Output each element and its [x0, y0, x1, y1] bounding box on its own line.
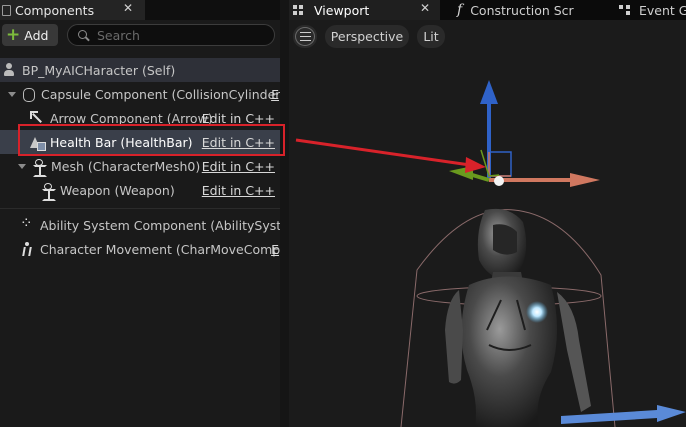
tree-row-weapon[interactable]: Weapon (Weapon) Edit in C++ — [0, 178, 280, 202]
edit-in-cpp-link[interactable]: Edit in C++ — [202, 159, 275, 174]
dots-icon — [20, 214, 34, 232]
skeleton-icon — [40, 183, 56, 201]
pawn-icon — [2, 63, 16, 77]
tree-row-character-movement[interactable]: Character Movement (CharMoveComp) E — [0, 237, 280, 261]
tab-viewport[interactable]: Viewport ✕ — [289, 0, 440, 20]
chevron-down-icon[interactable] — [8, 91, 16, 97]
tree-divider — [0, 208, 280, 209]
search-input[interactable] — [97, 27, 257, 43]
tree-row-label: Mesh (CharacterMesh0) — [51, 158, 201, 174]
capsule-icon — [21, 87, 35, 102]
tree-row-label: Capsule Component (CollisionCylinder) — [41, 86, 280, 102]
components-panel: Components ✕ + Add BP_MyAICHaracter (Sel… — [0, 0, 280, 427]
tree-row-self[interactable]: BP_MyAICHaracter (Self) — [0, 58, 280, 82]
lit-button[interactable]: Lit — [417, 25, 445, 48]
components-tab-icon — [2, 4, 11, 16]
perspective-button[interactable]: Perspective — [325, 25, 409, 48]
search-box[interactable] — [67, 24, 275, 46]
tab-components[interactable]: Components ✕ — [0, 0, 145, 20]
close-icon[interactable]: ✕ — [123, 1, 133, 15]
edit-in-cpp-link[interactable]: E — [271, 87, 279, 102]
tree-row-mesh[interactable]: Mesh (CharacterMesh0) Edit in C++ — [0, 154, 280, 178]
hamburger-icon — [299, 32, 311, 41]
gizmo-pivot[interactable] — [494, 176, 504, 186]
tab-event-graph-label: Event Gr — [639, 2, 686, 18]
close-icon[interactable]: ✕ — [420, 1, 430, 15]
tree-row-label: Weapon (Weapon) — [60, 182, 175, 198]
walking-icon — [20, 242, 34, 256]
edit-in-cpp-link[interactable]: Edit in C++ — [202, 183, 275, 198]
chevron-down-icon[interactable] — [18, 163, 26, 169]
tree-row-label: Character Movement (CharMoveComp) — [40, 241, 280, 257]
tree-row-capsule[interactable]: Capsule Component (CollisionCylinder) E — [0, 82, 280, 106]
viewport-options-button[interactable] — [293, 25, 317, 48]
add-component-button[interactable]: + Add — [2, 24, 58, 46]
edit-in-cpp-link[interactable]: E — [271, 242, 279, 257]
components-toolbar: + Add — [0, 20, 280, 50]
skeleton-icon — [31, 159, 47, 177]
tab-construction-script[interactable]: f Construction Scr — [447, 0, 607, 20]
tree-row-ability-system[interactable]: Ability System Component (AbilitySystem — [0, 213, 280, 237]
search-icon — [78, 29, 89, 41]
plus-icon: + — [6, 24, 21, 45]
graph-icon — [619, 5, 631, 15]
annotation-highlight-box — [18, 124, 285, 156]
editor-tab-strip: Viewport ✕ f Construction Scr Event Gr — [289, 0, 686, 20]
tree-row-label: BP_MyAICHaracter (Self) — [22, 62, 176, 78]
tree-row-label: Ability System Component (AbilitySystem — [40, 217, 280, 233]
viewport-icon — [293, 5, 305, 15]
viewport-panel: Viewport ✕ f Construction Scr Event Gr P… — [289, 0, 686, 427]
components-tab-strip: Components ✕ — [0, 0, 280, 20]
add-button-label: Add — [24, 27, 49, 43]
tab-construction-script-label: Construction Scr — [470, 2, 574, 18]
tab-components-label: Components — [15, 2, 95, 18]
arrow-icon — [30, 111, 44, 125]
chest-glow — [526, 301, 548, 323]
tab-viewport-label: Viewport — [314, 2, 370, 18]
tab-event-graph[interactable]: Event Gr — [615, 0, 686, 20]
viewport-scene[interactable] — [289, 0, 686, 427]
function-icon: f — [457, 2, 463, 18]
